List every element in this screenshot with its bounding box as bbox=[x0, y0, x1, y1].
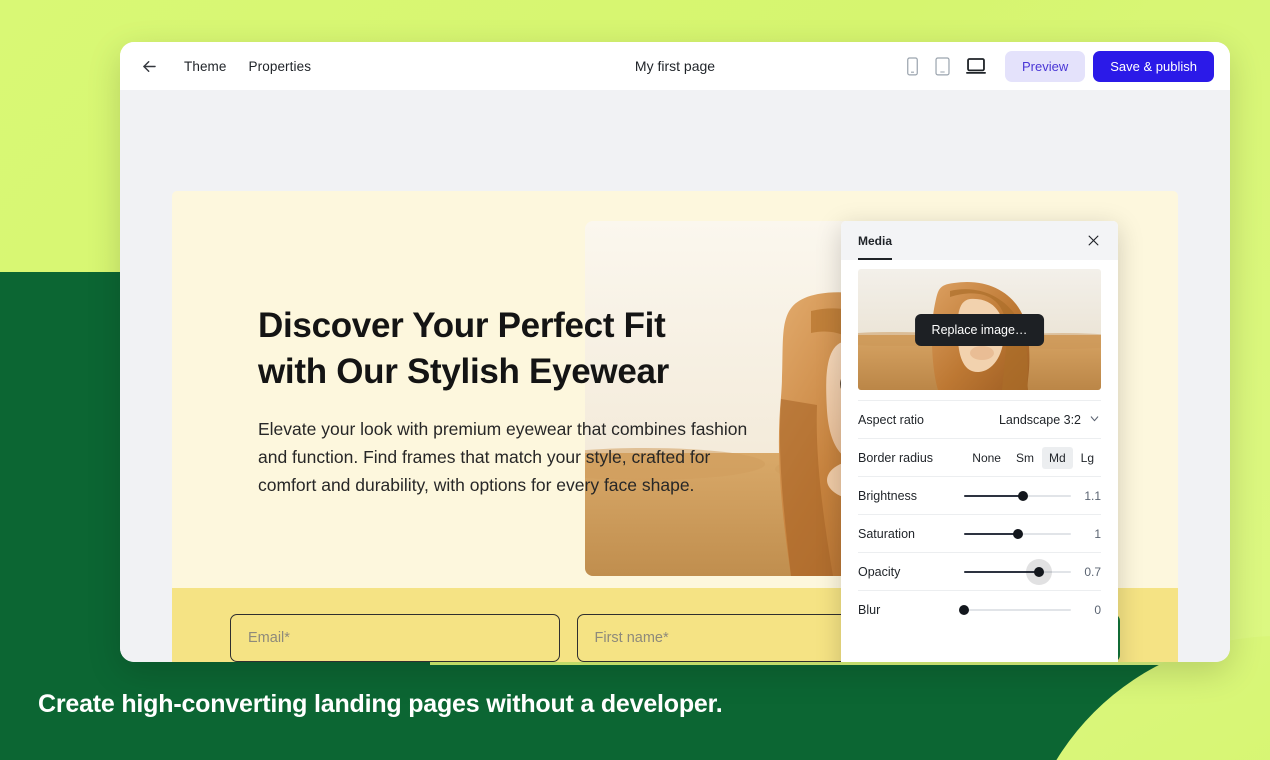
saturation-row: Saturation 1 bbox=[858, 514, 1101, 552]
border-radius-option-lg[interactable]: Lg bbox=[1074, 447, 1101, 469]
chevron-down-icon bbox=[1088, 412, 1101, 428]
slider-fill bbox=[964, 494, 1023, 497]
border-radius-options: None Sm Md Lg bbox=[965, 446, 1101, 469]
border-radius-row: Border radius None Sm Md Lg bbox=[858, 438, 1101, 476]
blur-slider[interactable] bbox=[959, 603, 1071, 617]
desktop-icon[interactable] bbox=[965, 57, 987, 76]
brightness-slider[interactable] bbox=[964, 489, 1071, 503]
hero-heading-line-1: Discover Your Perfect Fit bbox=[258, 306, 666, 345]
editor-canvas: Discover Your Perfect Fit with Our Styli… bbox=[120, 90, 1230, 662]
slider-track bbox=[964, 608, 1071, 611]
blur-label: Blur bbox=[858, 602, 881, 617]
replace-image-button[interactable]: Replace image… bbox=[914, 313, 1045, 346]
slider-knob[interactable] bbox=[1017, 490, 1028, 501]
toolbar-left-group: Theme Properties bbox=[136, 53, 311, 79]
border-radius-option-md[interactable]: Md bbox=[1041, 446, 1073, 469]
toolbar-right-group: Preview Save & publish bbox=[905, 50, 1214, 82]
aspect-ratio-row: Aspect ratio Landscape 3:2 bbox=[858, 400, 1101, 438]
slider-knob[interactable] bbox=[1033, 566, 1044, 577]
tablet-icon[interactable] bbox=[934, 56, 951, 76]
close-icon[interactable] bbox=[1086, 233, 1101, 248]
aspect-ratio-value: Landscape 3:2 bbox=[998, 412, 1081, 427]
app-window: Theme Properties My first page Preview S… bbox=[120, 42, 1230, 662]
media-panel-header: Media bbox=[841, 221, 1118, 260]
hero-copy: Discover Your Perfect Fit with Our Styli… bbox=[258, 303, 758, 500]
slider-fill bbox=[964, 532, 1018, 535]
saturation-value: 1 bbox=[1094, 526, 1101, 541]
media-thumbnail[interactable]: Replace image… bbox=[858, 269, 1101, 390]
save-and-publish-button[interactable]: Save & publish bbox=[1093, 50, 1214, 82]
saturation-slider[interactable] bbox=[964, 527, 1071, 541]
brightness-label: Brightness bbox=[858, 488, 918, 503]
preview-button[interactable]: Preview bbox=[1005, 50, 1086, 82]
brightness-value: 1.1 bbox=[1084, 488, 1101, 503]
hero-heading: Discover Your Perfect Fit with Our Styli… bbox=[258, 303, 758, 395]
editor-toolbar: Theme Properties My first page Preview S… bbox=[120, 42, 1230, 90]
media-panel-body: Replace image… Aspect ratio Landscape 3:… bbox=[841, 260, 1118, 662]
border-radius-option-none[interactable]: None bbox=[965, 447, 1008, 469]
toolbar-item-theme[interactable]: Theme bbox=[184, 59, 227, 74]
opacity-slider[interactable] bbox=[964, 565, 1071, 579]
promo-caption: Create high-converting landing pages wit… bbox=[38, 690, 723, 718]
media-settings-panel: Media Replace image… Aspect ratio Landsc… bbox=[841, 221, 1118, 662]
border-radius-label: Border radius bbox=[858, 450, 934, 465]
aspect-ratio-select[interactable]: Landscape 3:2 bbox=[999, 412, 1101, 428]
blur-value: 0 bbox=[1094, 602, 1101, 617]
opacity-label: Opacity bbox=[858, 564, 901, 579]
device-switcher bbox=[905, 56, 987, 76]
email-input[interactable] bbox=[230, 614, 560, 662]
opacity-row: Opacity 0.7 bbox=[858, 552, 1101, 590]
border-radius-option-sm[interactable]: Sm bbox=[1009, 447, 1041, 469]
toolbar-item-properties[interactable]: Properties bbox=[249, 59, 312, 74]
mobile-icon[interactable] bbox=[905, 56, 920, 76]
saturation-label: Saturation bbox=[858, 526, 915, 541]
hero-paragraph: Elevate your look with premium eyewear t… bbox=[258, 418, 748, 496]
tab-media[interactable]: Media bbox=[858, 221, 893, 260]
blur-row: Blur 0 bbox=[858, 590, 1101, 628]
brightness-row: Brightness 1.1 bbox=[858, 476, 1101, 514]
slider-knob[interactable] bbox=[1012, 528, 1023, 539]
arrow-left-icon[interactable] bbox=[136, 53, 162, 79]
opacity-value: 0.7 bbox=[1084, 564, 1101, 579]
slider-knob[interactable] bbox=[959, 604, 969, 615]
aspect-ratio-label: Aspect ratio bbox=[858, 412, 925, 427]
hero-heading-line-2: with Our Stylish Eyewear bbox=[258, 351, 669, 391]
